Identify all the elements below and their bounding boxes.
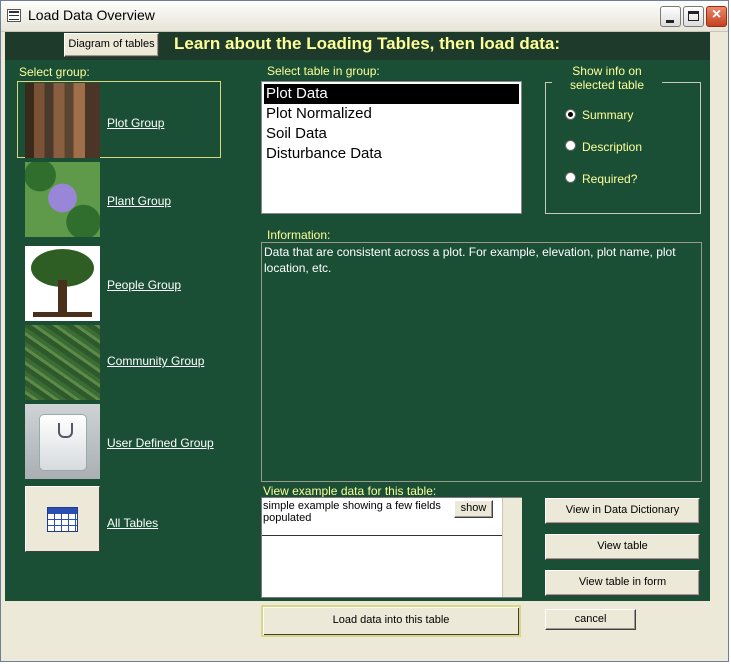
table-item-soil-data[interactable]: Soil Data: [264, 124, 519, 144]
table-listbox[interactable]: Plot Data Plot Normalized Soil Data Dist…: [261, 81, 522, 214]
fern-image[interactable]: [25, 325, 100, 400]
close-button[interactable]: ×: [706, 6, 727, 27]
example-scrollbar[interactable]: [502, 498, 522, 597]
select-table-label: Select table in group:: [267, 64, 380, 78]
group-link-plant[interactable]: Plant Group: [107, 194, 171, 208]
radio-required[interactable]: [565, 172, 576, 183]
radio-description-label[interactable]: Description: [582, 140, 642, 154]
group-link-all-tables[interactable]: All Tables: [107, 516, 158, 530]
cancel-button[interactable]: cancel: [545, 609, 636, 630]
info-options-label: Show info on selected table: [552, 64, 662, 92]
diagram-of-tables-button[interactable]: Diagram of tables: [64, 33, 159, 57]
maximize-button[interactable]: [683, 6, 704, 27]
table-icon: [47, 507, 78, 532]
view-table-in-form-button[interactable]: View table in form: [545, 570, 700, 596]
view-table-button[interactable]: View table: [545, 534, 700, 560]
forest-image[interactable]: [25, 83, 100, 158]
person-tree-image[interactable]: [25, 246, 100, 321]
all-tables-button[interactable]: [25, 486, 100, 552]
group-link-user-defined[interactable]: User Defined Group: [107, 436, 214, 450]
periwinkle-flower-image[interactable]: [25, 162, 100, 237]
example-data-subform: simple example showing a few fields popu…: [261, 497, 522, 598]
radio-summary[interactable]: [565, 109, 576, 120]
group-link-community[interactable]: Community Group: [107, 354, 204, 368]
group-link-people[interactable]: People Group: [107, 278, 181, 292]
radio-required-label[interactable]: Required?: [582, 172, 637, 186]
table-item-plot-normalized[interactable]: Plot Normalized: [264, 104, 519, 124]
minimize-icon: [666, 20, 674, 23]
example-row: simple example showing a few fields popu…: [262, 498, 502, 536]
select-group-label: Select group:: [19, 65, 90, 79]
show-example-button[interactable]: show: [454, 500, 493, 518]
example-data-label: View example data for this table:: [263, 484, 437, 498]
maximize-icon: [688, 11, 699, 21]
tree-trunk: [58, 280, 67, 313]
example-row-text: simple example showing a few fields popu…: [263, 500, 441, 524]
keycap: [39, 414, 87, 471]
window-title: Load Data Overview: [28, 7, 155, 23]
minimize-button[interactable]: [660, 6, 681, 27]
keycap-u-glyph: [58, 423, 73, 438]
close-icon: ×: [711, 6, 722, 23]
group-link-plot[interactable]: Plot Group: [107, 116, 164, 130]
load-data-button[interactable]: Load data into this table: [261, 605, 521, 637]
radio-summary-label[interactable]: Summary: [582, 108, 633, 122]
information-label: Information:: [267, 228, 331, 242]
radio-description[interactable]: [565, 140, 576, 151]
information-text: Data that are consistent across a plot. …: [261, 242, 702, 482]
keyboard-key-image[interactable]: [25, 404, 100, 479]
page-title: Learn about the Loading Tables, then loa…: [174, 34, 560, 53]
view-data-dictionary-button[interactable]: View in Data Dictionary: [545, 498, 700, 524]
table-item-disturbance-data[interactable]: Disturbance Data: [264, 144, 519, 164]
tree-ground: [33, 312, 92, 317]
title-bar[interactable]: Load Data Overview ×: [1, 1, 728, 32]
form-icon: [7, 9, 21, 22]
table-item-plot-data[interactable]: Plot Data: [264, 84, 519, 104]
